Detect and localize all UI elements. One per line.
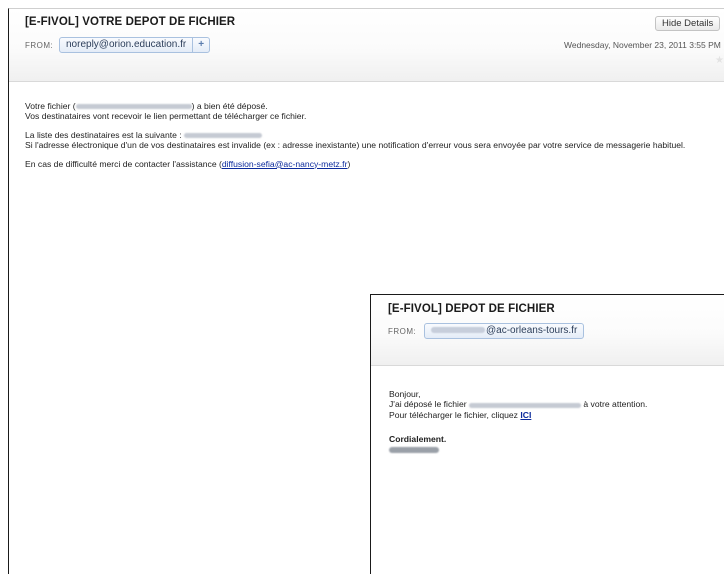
email-date: Wednesday, November 23, 2011 3:55 PM — [564, 40, 721, 50]
email-subject: [E-FIVOL] VOTRE DEPOT DE FICHIER — [25, 16, 236, 28]
redacted-sender-name — [431, 327, 485, 334]
assistance-line-start: En cas de difficulté merci de contacter … — [25, 158, 222, 169]
email-message-inner: [E-FIVOL] DEPOT DE FICHIER FROM: @ac-orl… — [370, 294, 724, 574]
body-line-1-start: Votre fichier ( — [25, 101, 76, 111]
inner-line-1-start: J'ai déposé le fichier — [389, 399, 467, 410]
from-label: FROM: — [25, 41, 54, 50]
add-contact-icon[interactable]: + — [192, 38, 209, 52]
redacted-filename-2 — [469, 402, 581, 408]
closing: Cordialement. — [389, 434, 447, 445]
email-body: Votre fichier ( ) a bien été déposé. Vos … — [25, 101, 715, 177]
body-line-1-end: ) a bien été déposé. — [191, 101, 268, 111]
email-header: [E-FIVOL] VOTRE DEPOT DE FICHIER FROM: n… — [9, 9, 724, 82]
invalid-address-notice: Si l'adresse électronique d'un de vos de… — [25, 140, 686, 151]
recipients-line: La liste des destinataires est la suivan… — [25, 129, 182, 140]
sender-address[interactable]: noreply@orion.education.fr — [60, 38, 192, 52]
greeting: Bonjour, — [389, 389, 421, 399]
inner-from-label: FROM: — [388, 327, 417, 336]
inner-sender-address[interactable]: @ac-orleans-tours.fr — [425, 324, 583, 338]
redacted-recipient — [184, 133, 263, 139]
body-line-2: Vos destinataires vont recevoir le lien … — [25, 111, 307, 122]
redacted-signature — [389, 447, 439, 454]
star-icon[interactable]: ★ — [715, 55, 724, 66]
inner-line-2-start: Pour télécharger le fichier, cliquez — [389, 409, 521, 420]
sender-domain: @ac-orleans-tours.fr — [486, 325, 578, 336]
inner-email-header: [E-FIVOL] DEPOT DE FICHIER FROM: @ac-orl… — [371, 295, 724, 366]
inner-sender-pill[interactable]: @ac-orleans-tours.fr — [424, 323, 585, 339]
assistance-line-end: ) — [347, 158, 351, 169]
hide-details-button[interactable]: Hide Details — [655, 16, 721, 31]
redacted-filename — [75, 104, 192, 110]
sender-address-pill[interactable]: noreply@orion.education.fr + — [59, 37, 211, 53]
assistance-email-link[interactable]: diffusion-sefia@ac-nancy-metz.fr — [222, 159, 348, 169]
inner-email-body: Bonjour, J'ai déposé le fichier à votre … — [389, 389, 719, 464]
inner-email-subject: [E-FIVOL] DEPOT DE FICHIER — [388, 303, 555, 315]
download-ici-link[interactable]: ICI — [520, 410, 531, 420]
inner-line-1-end: à votre attention. — [583, 399, 648, 410]
